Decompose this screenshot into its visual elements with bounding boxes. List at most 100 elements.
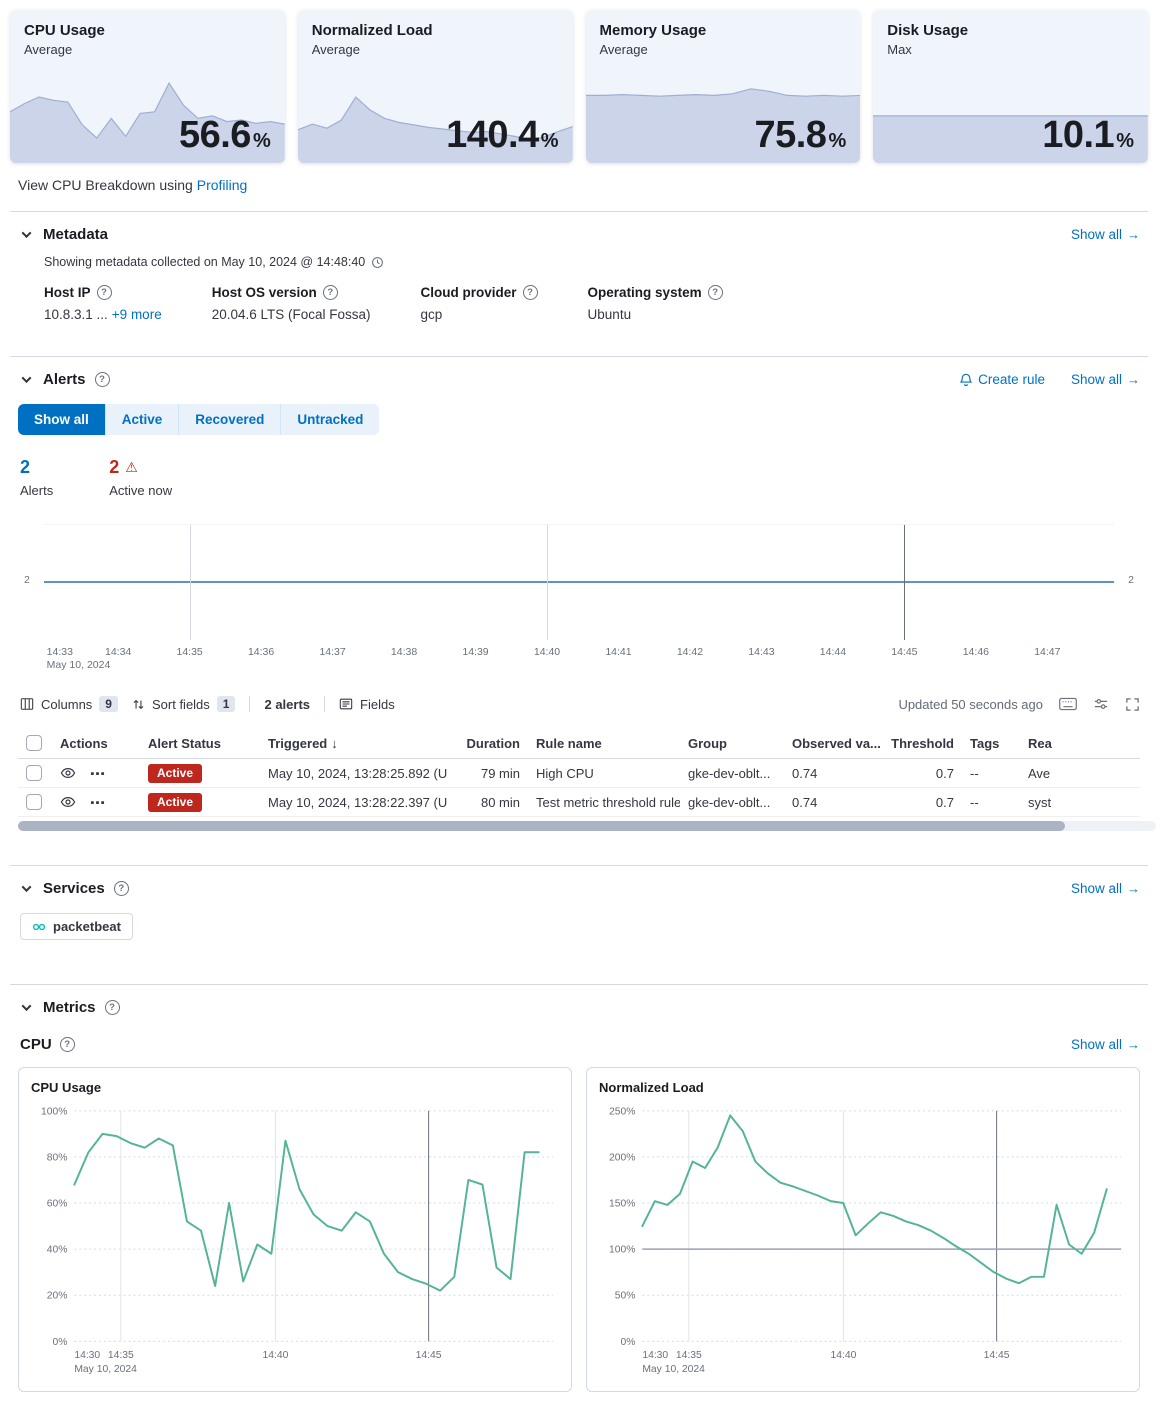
table-columns-icon <box>20 697 34 711</box>
header-rule-name[interactable]: Rule name <box>528 736 680 751</box>
timeline-x-tick: 14:34 <box>105 646 131 658</box>
cpu-usage-chart-panel[interactable]: CPU Usage 0%20%40%60%80%100%14:3014:3514… <box>18 1067 572 1392</box>
kpi-subtitle: Max <box>873 42 1148 57</box>
clock-icon <box>371 256 384 269</box>
display-options-button[interactable] <box>1093 697 1109 711</box>
chevron-down-icon <box>21 1001 31 1011</box>
timeline-x-tick: 14:35 <box>176 646 202 658</box>
header-observed-value[interactable]: Observed va... <box>784 736 882 751</box>
service-packetbeat-link[interactable]: packetbeat <box>20 913 133 940</box>
show-all-label: Show all <box>1071 1037 1122 1052</box>
fields-button[interactable]: Fields <box>339 697 395 712</box>
services-collapse-button[interactable] <box>18 881 34 897</box>
help-icon[interactable]: ? <box>523 285 538 300</box>
svg-text:100%: 100% <box>609 1245 635 1256</box>
kpi-value-unit: % <box>541 130 559 153</box>
fields-list-icon <box>339 697 353 711</box>
select-all-checkbox[interactable] <box>26 735 42 751</box>
timeline-gridline <box>190 525 191 640</box>
kpi-card-normalized-load[interactable]: Normalized Load Average 140.4 % <box>298 10 573 163</box>
create-rule-link[interactable]: Create rule <box>959 372 1045 387</box>
header-tags[interactable]: Tags <box>962 736 1020 751</box>
svg-text:May 10, 2024: May 10, 2024 <box>642 1364 705 1375</box>
help-icon[interactable]: ? <box>97 285 112 300</box>
view-alert-eye-icon[interactable] <box>60 765 76 781</box>
arrow-right-icon: → <box>1127 1037 1140 1052</box>
help-icon[interactable]: ? <box>323 285 338 300</box>
help-icon[interactable]: ? <box>114 881 129 896</box>
metrics-header: Metrics ? <box>18 999 1140 1016</box>
field-label: Host IP <box>44 285 91 300</box>
keyboard-shortcuts-button[interactable] <box>1059 697 1077 711</box>
fullscreen-icon <box>1125 697 1140 712</box>
header-triggered[interactable]: Triggered ↓ <box>260 736 458 751</box>
cell-rule-name: Test metric threshold rule <box>528 795 680 810</box>
field-label: Cloud provider <box>421 285 517 300</box>
cell-group: gke-dev-oblt... <box>680 795 784 810</box>
cell-duration: 79 min <box>458 766 528 781</box>
kpi-card-disk-usage[interactable]: Disk Usage Max 10.1 % <box>873 10 1148 163</box>
alerts-count-text: 2 alerts <box>264 697 310 712</box>
filter-show-all[interactable]: Show all <box>18 404 106 435</box>
svg-text:50%: 50% <box>615 1291 636 1302</box>
header-duration[interactable]: Duration <box>458 736 528 751</box>
help-icon[interactable]: ? <box>95 372 110 387</box>
horizontal-scrollbar[interactable] <box>18 821 1156 831</box>
fullscreen-button[interactable] <box>1125 697 1140 712</box>
filter-active[interactable]: Active <box>106 404 180 435</box>
metadata-field-operating-system: Operating system? Ubuntu <box>588 285 723 322</box>
kpi-subtitle: Average <box>586 42 861 57</box>
timeline-x-tick: 14:43 <box>748 646 774 658</box>
header-group[interactable]: Group <box>680 736 784 751</box>
normalized-load-chart-panel[interactable]: Normalized Load 0%50%100%150%200%250%14:… <box>586 1067 1140 1392</box>
kpi-card-memory-usage[interactable]: Memory Usage Average 75.8 % <box>586 10 861 163</box>
cell-triggered: May 10, 2024, 13:28:22.397 (U <box>268 795 447 810</box>
filter-untracked[interactable]: Untracked <box>281 404 379 435</box>
host-ip-more-link[interactable]: +9 more <box>112 307 162 322</box>
svg-text:250%: 250% <box>609 1106 635 1117</box>
metrics-collapse-button[interactable] <box>18 1000 34 1016</box>
help-icon[interactable]: ? <box>60 1037 75 1052</box>
cell-reason: syst <box>1020 795 1140 810</box>
alerts-show-all-link[interactable]: Show all → <box>1071 372 1140 387</box>
metrics-show-all-link[interactable]: Show all → <box>1071 1037 1140 1052</box>
metric-charts-row: CPU Usage 0%20%40%60%80%100%14:3014:3514… <box>18 1067 1140 1392</box>
profiling-link[interactable]: Profiling <box>197 177 248 193</box>
scrollbar-thumb[interactable] <box>18 821 1065 831</box>
more-actions-icon[interactable] <box>90 766 105 781</box>
metadata-collapse-button[interactable] <box>18 227 34 243</box>
chevron-down-icon <box>21 882 31 892</box>
help-icon[interactable]: ? <box>105 1000 120 1015</box>
kpi-value-number: 10.1 <box>1042 114 1114 157</box>
kpi-title: Normalized Load <box>298 10 573 42</box>
metadata-collected-note: Showing metadata collected on May 10, 20… <box>44 255 1140 269</box>
kpi-title: Disk Usage <box>873 10 1148 42</box>
row-checkbox[interactable] <box>26 765 42 781</box>
metadata-section: Metadata Show all → Showing metadata col… <box>10 211 1148 338</box>
kpi-card-cpu-usage[interactable]: CPU Usage Average 56.6 % <box>10 10 285 163</box>
services-show-all-link[interactable]: Show all → <box>1071 881 1140 896</box>
svg-text:200%: 200% <box>609 1152 635 1163</box>
services-header: Services ? Show all → <box>18 880 1140 897</box>
cpu-group-header: CPU ? Show all → <box>20 1036 1140 1053</box>
cpu-group-title: CPU <box>20 1036 52 1053</box>
sliders-icon <box>1093 697 1109 711</box>
header-alert-status[interactable]: Alert Status <box>140 736 260 751</box>
filter-recovered[interactable]: Recovered <box>179 404 281 435</box>
columns-button[interactable]: Columns 9 <box>20 696 118 712</box>
metadata-show-all-link[interactable]: Show all → <box>1071 227 1140 242</box>
view-alert-eye-icon[interactable] <box>60 794 76 810</box>
field-value: gcp <box>421 307 443 322</box>
header-threshold[interactable]: Threshold <box>882 736 962 751</box>
header-reason[interactable]: Rea <box>1020 736 1140 751</box>
alerts-collapse-button[interactable] <box>18 372 34 388</box>
sort-fields-button[interactable]: Sort fields 1 <box>132 696 236 712</box>
svg-text:0%: 0% <box>621 1337 636 1348</box>
row-checkbox[interactable] <box>26 794 42 810</box>
svg-text:150%: 150% <box>609 1198 635 1209</box>
svg-text:14:30: 14:30 <box>74 1350 100 1361</box>
fields-label: Fields <box>360 697 395 712</box>
help-icon[interactable]: ? <box>708 285 723 300</box>
more-actions-icon[interactable] <box>90 795 105 810</box>
keyboard-icon <box>1059 697 1077 711</box>
